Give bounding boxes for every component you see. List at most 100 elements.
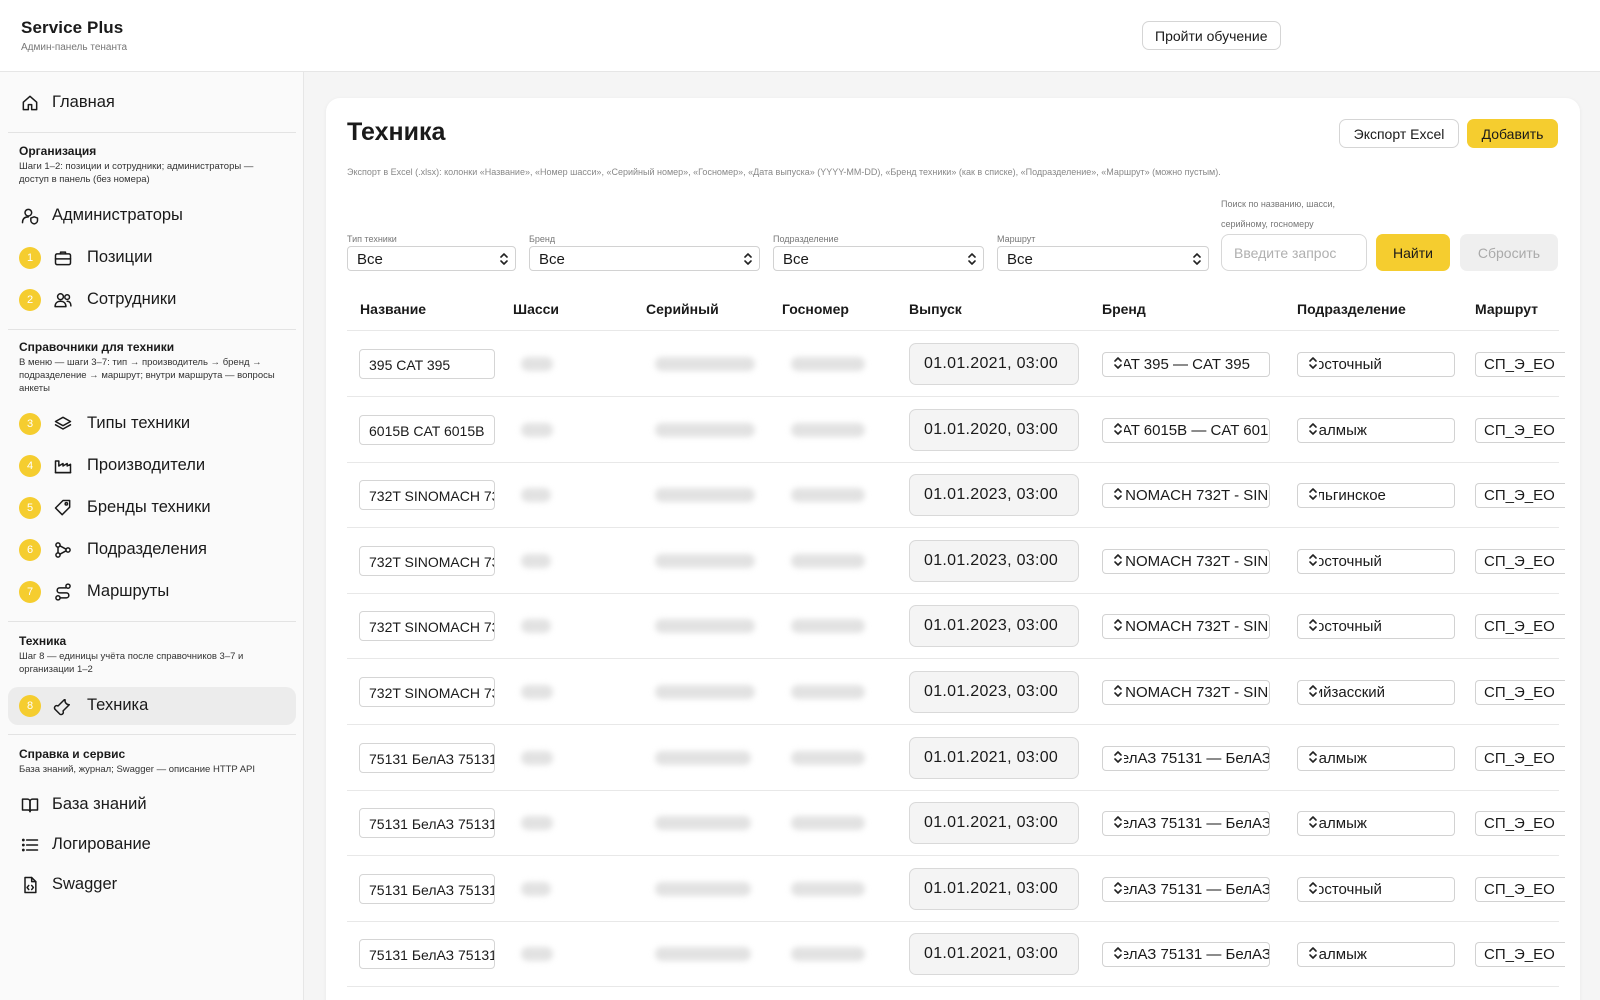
search-input[interactable] xyxy=(1221,234,1367,271)
route-select[interactable]: СП_Э_ЕО xyxy=(1475,352,1565,377)
name-input[interactable]: 75131 БелАЗ 75131 xyxy=(359,742,495,773)
division-select[interactable]: Восточный xyxy=(1297,352,1455,377)
step-badge: 3 xyxy=(19,413,41,435)
route-select[interactable]: СП_Э_ЕО xyxy=(1475,811,1565,837)
brand-select[interactable]: SINOMACH 732T - SINOMACH xyxy=(1102,548,1270,574)
release-date-input[interactable]: 01.01.2021, 03:00 xyxy=(909,736,1079,779)
route-select[interactable]: СП_Э_ЕО xyxy=(1475,680,1565,705)
reset-button[interactable]: Сбросить xyxy=(1460,234,1558,271)
division-select[interactable]: Малмыж xyxy=(1297,745,1455,771)
filter-brand-select[interactable]: Все xyxy=(529,246,760,271)
name-input[interactable]: 75131 БелАЗ 75131 xyxy=(359,808,495,839)
sidebar-item-manufacturers[interactable]: 4 Производители xyxy=(8,447,296,485)
route-select[interactable]: СП_Э_ЕО xyxy=(1475,483,1565,509)
route-select[interactable]: СП_Э_ЕО xyxy=(1475,942,1565,968)
sidebar-divider xyxy=(8,621,296,622)
division-select[interactable]: Восточный xyxy=(1297,876,1455,902)
start-tour-button[interactable]: Пройти обучение xyxy=(1142,21,1281,50)
release-date-input[interactable]: 01.01.2021, 03:00 xyxy=(909,867,1079,910)
list-icon xyxy=(20,835,40,855)
brand-value: CAT 395 — CAT 395 xyxy=(1111,356,1250,373)
name-input[interactable]: 75131 БелАЗ 75131 xyxy=(359,939,495,970)
filter-route-select[interactable]: Все xyxy=(997,246,1209,271)
sidebar-item-equipment[interactable]: 8 Техника xyxy=(8,687,296,725)
release-date-input[interactable]: 01.01.2023, 03:00 xyxy=(909,539,1079,582)
release-date-input[interactable]: 01.01.2020, 03:00 xyxy=(909,408,1079,451)
release-date-input[interactable]: 01.01.2023, 03:00 xyxy=(909,605,1079,648)
release-date-input[interactable]: 01.01.2021, 03:00 xyxy=(909,343,1079,385)
row-divider xyxy=(347,592,1559,594)
name-input[interactable]: 732T SINOMACH 732T xyxy=(359,545,495,576)
brand-select[interactable]: БелАЗ 75131 — БелАЗ xyxy=(1102,942,1270,968)
division-select[interactable]: Восточный xyxy=(1297,548,1455,574)
sidebar-item-positions[interactable]: 1 Позиции xyxy=(8,239,296,277)
name-input[interactable]: 6015B CAT 6015B xyxy=(359,414,495,445)
sidebar-item-home[interactable]: Главная xyxy=(8,84,296,122)
division-select[interactable]: Малмыж xyxy=(1297,811,1455,837)
brand-select[interactable]: БелАЗ 75131 — БелАЗ xyxy=(1102,876,1270,902)
release-date-input[interactable]: 01.01.2021, 03:00 xyxy=(909,933,1079,976)
row-divider xyxy=(347,527,1559,529)
sidebar-item-divisions[interactable]: 6 Подразделения xyxy=(8,531,296,569)
sidebar-item-routes[interactable]: 7 Маршруты xyxy=(8,573,296,611)
brand-select[interactable]: БелАЗ 75131 — БелАЗ xyxy=(1102,811,1270,837)
export-hint: Экспорт в Excel (.xlsx): колонки «Назван… xyxy=(347,167,1221,177)
find-button[interactable]: Найти xyxy=(1376,234,1450,271)
route-select[interactable]: СП_Э_ЕО xyxy=(1475,876,1565,902)
division-select[interactable]: Эльгинское xyxy=(1297,483,1455,509)
step-badge: 2 xyxy=(19,289,41,311)
serial-redacted xyxy=(655,816,751,831)
division-select[interactable]: Малмыж xyxy=(1297,942,1455,968)
division-select[interactable]: Кийзасский xyxy=(1297,680,1455,705)
name-input[interactable]: 395 CAT 395 xyxy=(359,349,495,379)
division-select[interactable]: Восточный xyxy=(1297,614,1455,640)
release-date-value: 01.01.2021, 03:00 xyxy=(924,748,1059,766)
plate-redacted xyxy=(791,947,865,962)
chevron-updown-icon xyxy=(743,252,753,266)
release-date-input[interactable]: 01.01.2021, 03:00 xyxy=(909,802,1079,845)
sidebar-item-employees[interactable]: 2 Сотрудники xyxy=(8,281,296,319)
users-icon xyxy=(53,290,73,310)
chevron-updown-icon xyxy=(1306,749,1319,764)
brand-select[interactable]: БелАЗ 75131 — БелАЗ xyxy=(1102,745,1270,771)
add-button[interactable]: Добавить xyxy=(1467,119,1558,148)
select-value: Все xyxy=(357,251,383,268)
step-badge: 6 xyxy=(19,539,41,561)
step-badge: 1 xyxy=(19,247,41,269)
sidebar-item-swagger[interactable]: Swagger xyxy=(8,866,296,904)
brand-select[interactable]: SINOMACH 732T - SINOMACH xyxy=(1102,614,1270,640)
export-excel-button[interactable]: Экспорт Excel xyxy=(1339,119,1459,148)
route-select[interactable]: СП_Э_ЕО xyxy=(1475,614,1565,640)
brand-select[interactable]: SINOMACH 732T - SINOMACH xyxy=(1102,483,1270,509)
route-select[interactable]: СП_Э_ЕО xyxy=(1475,745,1565,771)
plate-redacted xyxy=(791,750,865,765)
name-input[interactable]: 75131 БелАЗ 75131 xyxy=(359,873,495,904)
row-divider xyxy=(347,724,1559,725)
division-select[interactable]: Малмыж xyxy=(1297,417,1455,443)
filter-division-select[interactable]: Все xyxy=(773,246,984,271)
name-input[interactable]: 732T SINOMACH 732T xyxy=(359,480,495,511)
brand-select[interactable]: CAT 395 — CAT 395 xyxy=(1102,352,1270,377)
filter-type-select[interactable]: Все xyxy=(347,246,516,271)
sidebar-item-admins[interactable]: Администраторы xyxy=(8,197,296,235)
row-divider xyxy=(347,855,1559,857)
name-input[interactable]: 732T SINOMACH 732T xyxy=(359,677,495,707)
column-header-brand: Бренд xyxy=(1102,301,1146,317)
route-value: СП_Э_ЕО xyxy=(1484,421,1555,439)
sidebar-item-equipment-types[interactable]: 3 Типы техники xyxy=(8,405,296,443)
serial-redacted xyxy=(655,750,751,765)
name-input[interactable]: 732T SINOMACH 732T xyxy=(359,611,495,642)
route-select[interactable]: СП_Э_ЕО xyxy=(1475,548,1565,574)
brand-select[interactable]: SINOMACH 732T - SINOMACH xyxy=(1102,680,1270,705)
sidebar-item-label: Техника xyxy=(87,696,149,714)
brand-value: SINOMACH 732T - SINOMACH xyxy=(1111,552,1269,570)
sidebar-item-brands[interactable]: 5 Бренды техники xyxy=(8,489,296,527)
sidebar-item-knowledge-base[interactable]: База знаний xyxy=(8,786,296,824)
name-value: 395 CAT 395 xyxy=(369,357,451,373)
route-select[interactable]: СП_Э_ЕО xyxy=(1475,417,1565,443)
release-date-input[interactable]: 01.01.2023, 03:00 xyxy=(909,671,1079,713)
brand-value: БелАЗ 75131 — БелАЗ xyxy=(1111,815,1270,833)
release-date-input[interactable]: 01.01.2023, 03:00 xyxy=(909,474,1079,517)
sidebar-item-logging[interactable]: Логирование xyxy=(8,826,296,864)
brand-select[interactable]: CAT 6015B — CAT 6015B xyxy=(1102,417,1270,443)
